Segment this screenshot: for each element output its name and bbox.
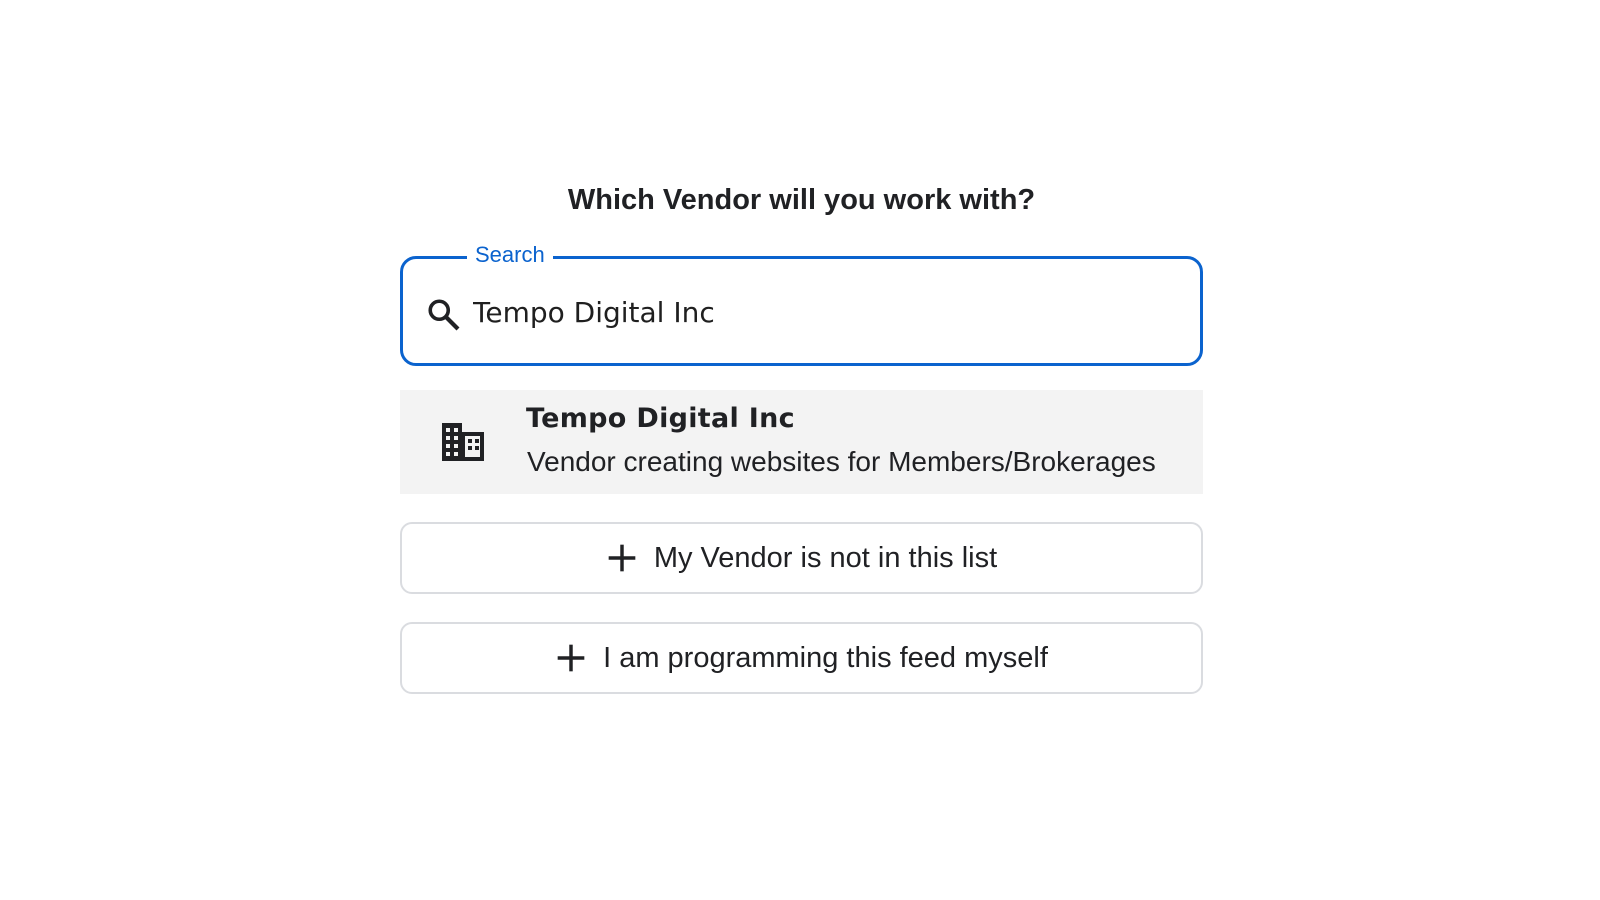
result-title: Tempo Digital Inc bbox=[526, 403, 795, 434]
plus-icon bbox=[608, 544, 636, 572]
vendor-not-listed-button[interactable]: My Vendor is not in this list bbox=[400, 522, 1203, 594]
programming-myself-button[interactable]: I am programming this feed myself bbox=[400, 622, 1203, 694]
search-input[interactable] bbox=[473, 289, 1173, 335]
result-description: Vendor creating websites for Members/Bro… bbox=[527, 446, 1156, 477]
search-label: Search bbox=[467, 240, 553, 270]
search-icon bbox=[428, 299, 460, 331]
search-result-item[interactable]: Tempo Digital Inc Vendor creating websit… bbox=[400, 390, 1203, 494]
building-icon bbox=[442, 423, 484, 461]
programming-myself-label: I am programming this feed myself bbox=[603, 641, 1048, 674]
search-field[interactable]: Search bbox=[400, 240, 1203, 366]
plus-icon bbox=[557, 644, 585, 672]
vendor-selection-panel: Which Vendor will you work with? Search bbox=[400, 180, 1203, 694]
page-question: Which Vendor will you work with? bbox=[567, 184, 1036, 216]
vendor-not-listed-label: My Vendor is not in this list bbox=[653, 541, 998, 574]
